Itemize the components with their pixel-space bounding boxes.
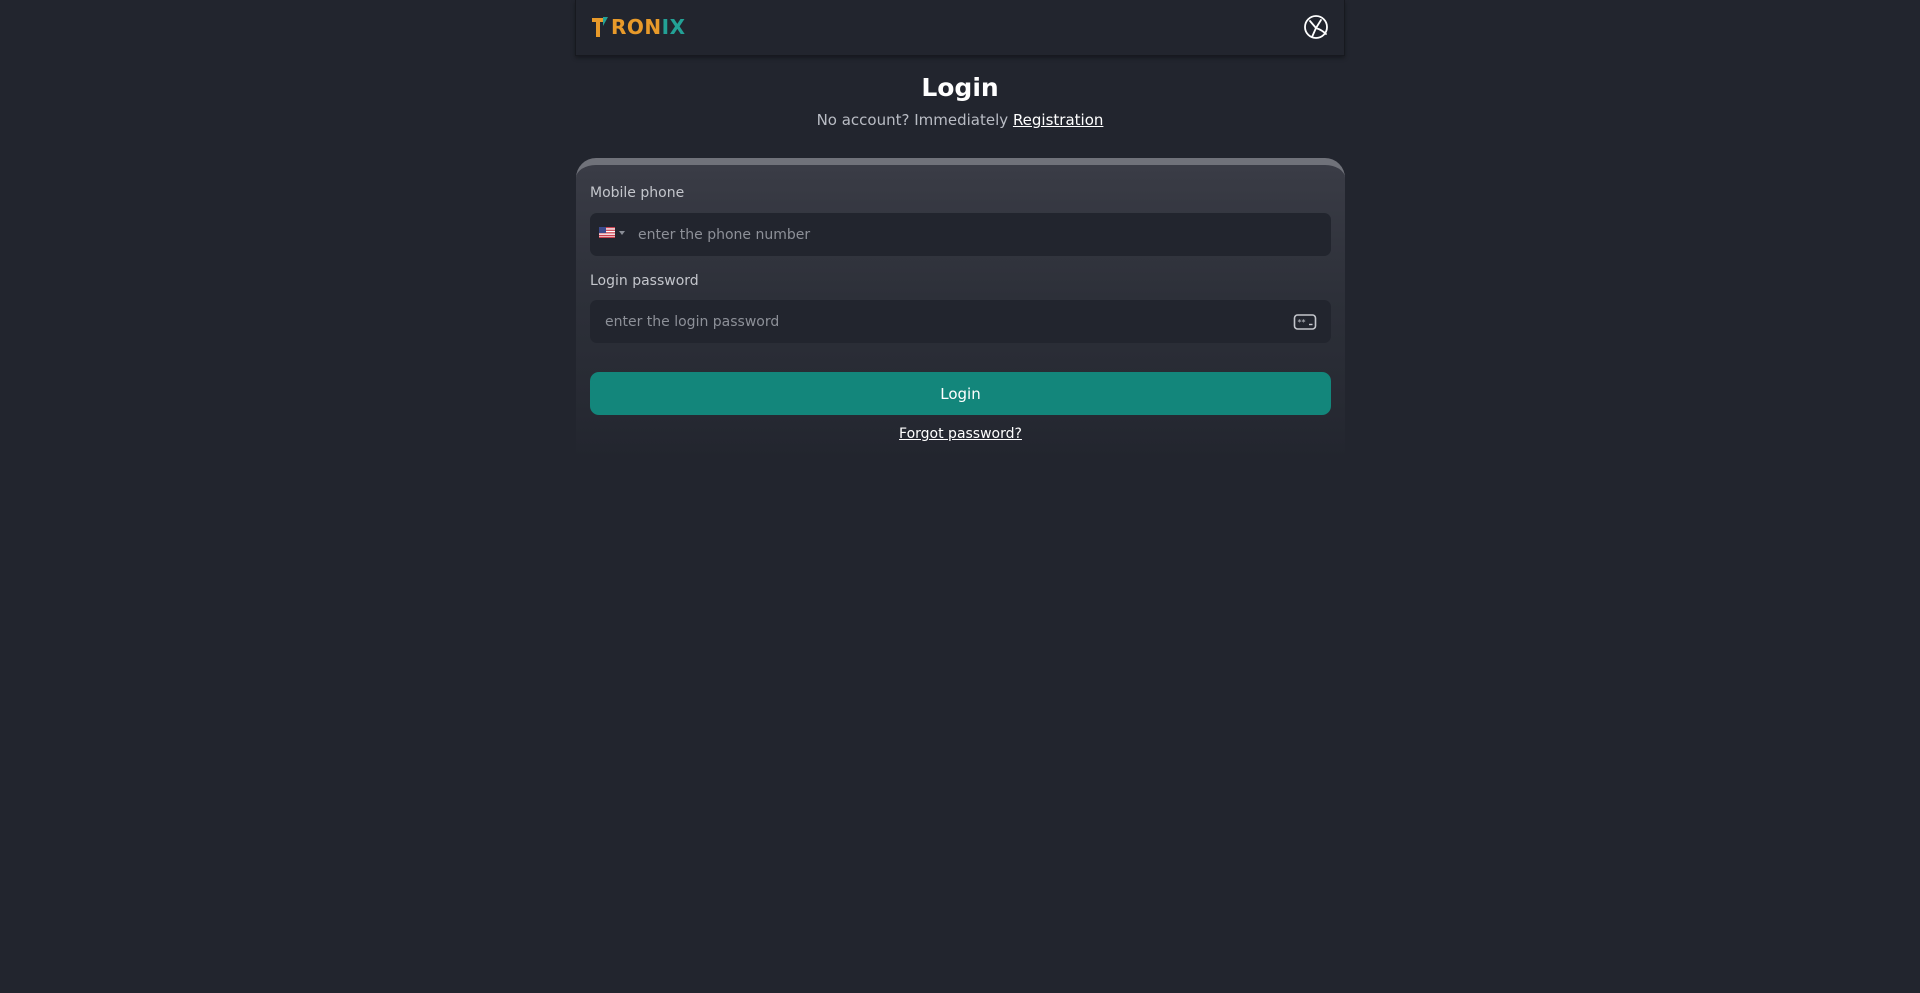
password-label: Login password — [590, 273, 699, 289]
chevron-down-icon — [619, 230, 625, 235]
brand-logo[interactable]: RON IX — [591, 14, 686, 40]
login-page: RON IX Login No account? Immediately Regi… — [0, 0, 1920, 993]
logo-text-part2: IX — [661, 15, 686, 39]
login-button[interactable]: Login — [590, 372, 1331, 415]
phone-input[interactable] — [638, 213, 1318, 256]
no-account-text: No account? Immediately — [816, 111, 1009, 129]
password-field: ** — [590, 300, 1331, 343]
password-input[interactable] — [605, 300, 1285, 343]
country-code-select[interactable] — [599, 227, 625, 238]
registration-prompt: No account? Immediately Registration — [0, 111, 1920, 129]
forgot-password-link[interactable]: Forgot password? — [576, 426, 1345, 442]
tronix-logo-icon — [592, 17, 608, 37]
logo-text-part1: RON — [611, 15, 662, 39]
password-visibility-icon[interactable]: ** — [1293, 313, 1317, 331]
login-form: Mobile phone Login password — [576, 158, 1345, 458]
registration-link[interactable]: Registration — [1013, 111, 1103, 129]
phone-field — [590, 213, 1331, 256]
svg-text:**: ** — [1298, 318, 1306, 327]
us-flag-icon — [599, 227, 615, 238]
page-title: Login — [921, 73, 999, 102]
phone-label: Mobile phone — [590, 185, 685, 201]
globe-icon[interactable] — [1302, 13, 1330, 41]
top-bar: RON IX — [575, 0, 1345, 56]
